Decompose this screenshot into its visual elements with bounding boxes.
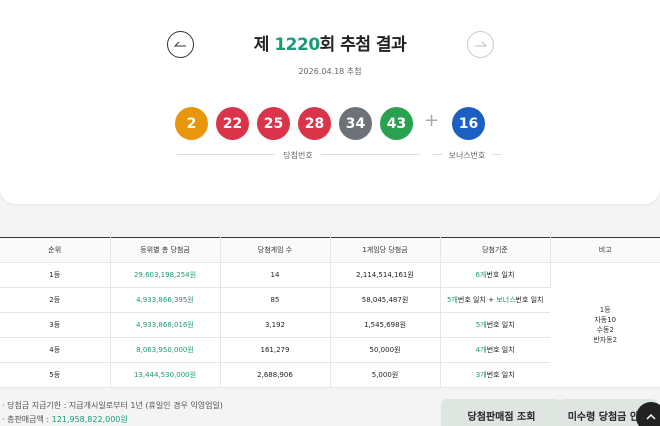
rank-cell: 2등 xyxy=(0,287,111,313)
criteria-count: 4개 xyxy=(475,346,487,354)
total-prize-cell: 13,444,530,000원 xyxy=(110,362,221,388)
criteria-cell: 5개번호 일치 + 보너스번호 일치 xyxy=(440,287,550,313)
criteria-count: 5개 xyxy=(446,296,458,304)
total-sales-note: · 총판매금액 : 121,958,822,000원 xyxy=(2,413,223,426)
rank-cell: 3등 xyxy=(0,312,111,338)
caption-divider xyxy=(321,154,420,155)
round-number: 1220 xyxy=(274,35,320,55)
per-game-prize-cell: 50,000원 xyxy=(330,337,441,363)
criteria-text: 번호 일치 + xyxy=(457,296,497,304)
rank-cell: 1등 xyxy=(0,262,111,288)
criteria-count: 5개 xyxy=(475,321,487,329)
title-prefix: 제 xyxy=(253,35,275,55)
remark-line: 1등 xyxy=(599,306,611,314)
winning-numbers-caption: 당첨번호 xyxy=(283,151,313,160)
page-title: 제 1220회 추첨 결과 xyxy=(0,30,660,55)
bonus-number-caption: 보너스번호 xyxy=(448,151,486,160)
winner-count-cell: 161,279 xyxy=(220,337,331,363)
total-prize-cell: 29,603,198,254원 xyxy=(110,262,221,288)
header-rank: 순위 xyxy=(0,237,111,263)
criteria-text: 번호 일치 xyxy=(486,321,515,329)
winner-count-cell: 85 xyxy=(220,287,331,313)
header-total: 등위별 총 당첨금 xyxy=(110,237,221,263)
header-per-game: 1게임당 당첨금 xyxy=(330,237,441,263)
caption-divider xyxy=(492,154,501,155)
scroll-top-button[interactable] xyxy=(636,402,660,426)
winner-count-cell: 2,688,906 xyxy=(220,362,331,388)
criteria-text: 번호 일치 xyxy=(486,371,515,379)
draw-date: 2026.04.18 추첨 xyxy=(298,67,362,76)
winning-ball: 28 xyxy=(298,107,331,140)
winning-ball: 22 xyxy=(216,107,249,140)
per-game-prize-cell: 2,114,514,161원 xyxy=(330,262,441,288)
table-row: 1등 29,603,198,254원 14 2,114,514,161원 6개번호 일치… xyxy=(0,262,660,388)
criteria-count: 6개 xyxy=(475,271,487,279)
caption-divider xyxy=(433,154,442,155)
criteria-count: 3개 xyxy=(475,371,487,379)
plus-sign: + xyxy=(424,110,440,131)
criteria-cell: 5개번호 일치 xyxy=(440,312,550,338)
winning-ball: 43 xyxy=(380,107,413,140)
draw-result-card: 제 1220회 추첨 결과 2026.04.18 추첨 2 22 25 28 34 43 … xyxy=(0,0,660,204)
criteria-text: 번호 일치 xyxy=(486,346,515,354)
criteria-tail: 번호 일치 xyxy=(515,296,544,304)
next-round-button[interactable] xyxy=(467,31,494,58)
header-criteria: 당첨기준 xyxy=(440,237,551,263)
table-header-row: 순위 등위별 총 당첨금 당첨게임 수 1게임당 당첨금 당첨기준 비고 xyxy=(0,237,660,263)
winning-ball: 34 xyxy=(339,107,372,140)
bonus-ball: 16 xyxy=(452,107,485,140)
per-game-prize-cell: 5,000원 xyxy=(330,362,441,388)
caption-divider xyxy=(177,154,275,155)
header-games: 당첨게임 수 xyxy=(220,237,331,263)
arrow-right-icon xyxy=(475,41,487,47)
criteria-bonus: 보너스 xyxy=(496,296,516,304)
rank-cell: 5등 xyxy=(0,362,111,388)
per-game-prize-cell: 58,045,487원 xyxy=(330,287,441,313)
criteria-cell: 4개번호 일치 xyxy=(440,337,550,363)
chevron-up-icon xyxy=(646,413,656,420)
total-prize-cell: 8,063,950,000원 xyxy=(110,337,221,363)
winner-count-cell: 3,192 xyxy=(220,312,331,338)
total-sales-value: 121,958,822,000원 xyxy=(51,415,128,424)
remark-line: 반자동2 xyxy=(593,336,618,344)
total-sales-label: · 총판매금액 : xyxy=(2,415,52,424)
header-remark: 비고 xyxy=(550,237,660,263)
footer-notes: · 당첨금 지급기한 : 지급개시일로부터 1년 (휴일인 경우 익영업일) ·… xyxy=(2,399,223,426)
criteria-cell: 6개번호 일치 xyxy=(440,262,551,288)
winning-ball: 2 xyxy=(175,107,208,140)
criteria-cell: 3개번호 일치 xyxy=(440,362,550,388)
per-game-prize-cell: 1,545,698원 xyxy=(330,312,441,338)
winner-count-cell: 14 xyxy=(220,262,331,288)
winning-ball: 25 xyxy=(257,107,290,140)
payment-deadline-note: · 당첨금 지급기한 : 지급개시일로부터 1년 (휴일인 경우 익영업일) xyxy=(2,401,223,410)
remark-cell: 1등자동10 수동2 반자동2 xyxy=(550,262,660,388)
remark-line: 수동2 xyxy=(596,326,614,334)
remark-line: 자동10 xyxy=(594,316,617,324)
rank-cell: 4등 xyxy=(0,337,111,363)
criteria-text: 번호 일치 xyxy=(486,271,515,279)
title-suffix: 회 추첨 결과 xyxy=(319,35,407,55)
winning-shops-button[interactable]: 당첨판매점 조회 xyxy=(441,399,562,426)
total-prize-cell: 4,933,866,395원 xyxy=(110,287,221,313)
total-prize-cell: 4,933,868,016원 xyxy=(110,312,221,338)
prize-table: 순위 등위별 총 당첨금 당첨게임 수 1게임당 당첨금 당첨기준 비고 1등 2… xyxy=(0,237,660,388)
